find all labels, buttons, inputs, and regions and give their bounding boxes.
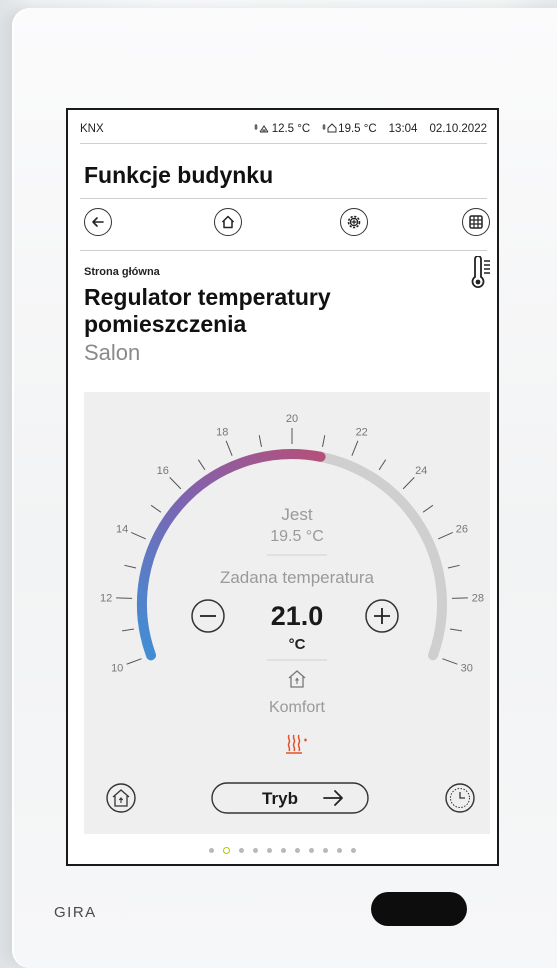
indoor-temp-value: 19.5 °C — [338, 123, 377, 135]
back-arrow-icon — [92, 217, 104, 227]
dial-tick — [130, 531, 147, 540]
date: 02.10.2022 — [429, 123, 487, 135]
dial-tick-label: 20 — [286, 413, 298, 425]
dial-tick-label: 10 — [111, 663, 123, 675]
controller-title-line2: pomieszczenia — [84, 311, 247, 337]
mode-button[interactable]: Tryb — [211, 782, 369, 814]
outdoor-temp: 12.5 °C — [254, 123, 310, 135]
mode-button-label: Tryb — [262, 789, 298, 808]
dial-tick — [225, 440, 233, 456]
divider — [80, 143, 487, 144]
home-button[interactable] — [214, 208, 242, 236]
room-name: Salon — [84, 340, 141, 365]
back-button[interactable] — [84, 208, 112, 236]
dial-tick — [169, 477, 182, 490]
dial-tick-label: 14 — [116, 523, 128, 535]
setpoint-unit: °C — [289, 636, 306, 653]
dial-tick-label: 30 — [461, 663, 473, 675]
home-mode-icon — [112, 789, 130, 807]
setpoint-label: Zadana temperatura — [220, 568, 375, 587]
controller-title: Regulator temperatury pomieszczenia — [84, 284, 414, 338]
dial-tick — [402, 477, 415, 490]
heating-icon — [286, 734, 307, 754]
page-dot[interactable] — [209, 847, 214, 853]
page-dot[interactable] — [267, 847, 272, 853]
grid-button[interactable] — [462, 208, 490, 236]
page-dot[interactable] — [281, 847, 286, 853]
setpoint-value: 21.0 — [271, 601, 324, 631]
page-dot[interactable] — [337, 847, 342, 853]
breadcrumb[interactable]: Strona główna — [84, 266, 160, 278]
dial-tick — [197, 459, 206, 471]
dial-tick — [258, 435, 262, 447]
dial-tick-label: 12 — [100, 593, 112, 605]
presence-mode-button[interactable] — [106, 783, 136, 813]
page-dot-active[interactable] — [223, 846, 230, 854]
page-dot[interactable] — [295, 847, 300, 853]
increase-button[interactable] — [365, 599, 399, 633]
temperature-dial: 10 12 14 16 18 20 22 24 26 28 30 Jest 19.5 °C Zada… — [100, 413, 484, 814]
outdoor-temp-icon — [254, 124, 269, 133]
actual-label: Jest — [281, 505, 312, 524]
decrease-button[interactable] — [191, 599, 225, 633]
page-title: Funkcje budynku — [84, 162, 274, 188]
dial-tick — [442, 658, 458, 665]
clock: 13:04 — [388, 123, 418, 135]
comfort-mode-icon — [288, 670, 306, 688]
dial-tick — [449, 628, 462, 632]
dial-tick-label: 26 — [456, 523, 468, 535]
page-dot[interactable] — [351, 847, 356, 853]
actual-value: 19.5 °C — [270, 528, 324, 545]
temperature-panel: 10 12 14 16 18 20 22 24 26 28 30 Jest 19.5 °C Zada… — [84, 392, 490, 834]
divider — [80, 198, 487, 199]
dial-tick — [322, 435, 326, 447]
dial-tick — [124, 564, 137, 569]
indoor-temp: 19.5 °C — [322, 123, 377, 135]
dial-tick — [422, 504, 434, 513]
arrow-right-icon — [323, 790, 343, 806]
page-dot[interactable] — [309, 847, 314, 853]
gira-logo: GIRA — [54, 904, 97, 921]
page-dot[interactable] — [323, 847, 328, 853]
thermometer-icon — [470, 255, 492, 295]
plus-icon — [374, 608, 390, 624]
page-indicator[interactable] — [68, 844, 497, 856]
proximity-sensor — [371, 892, 467, 926]
settings-button[interactable] — [340, 208, 368, 236]
knx-label: KNX — [80, 123, 104, 135]
page-dot[interactable] — [239, 847, 244, 853]
schedule-button[interactable] — [445, 783, 475, 813]
dial-tick-label: 18 — [216, 427, 228, 439]
dial-tick-label: 24 — [415, 465, 427, 477]
outdoor-temp-value: 12.5 °C — [271, 123, 311, 135]
page-dot[interactable] — [253, 847, 258, 853]
dial-tick-label: 16 — [157, 465, 169, 477]
mode-label: Komfort — [269, 699, 326, 716]
dial-tick — [447, 564, 460, 569]
divider — [80, 250, 487, 251]
grid-icon — [469, 215, 483, 229]
clock-icon — [450, 788, 470, 808]
indoor-temp-icon — [322, 123, 337, 133]
dial-tick — [126, 658, 142, 665]
settings-gear-icon — [347, 215, 361, 229]
dial-tick — [122, 628, 135, 632]
dial-tick — [378, 459, 387, 471]
dial-tick — [116, 597, 133, 599]
home-icon — [221, 215, 235, 229]
dial-tick — [150, 504, 162, 513]
controller-title-line1: Regulator temperatury — [84, 284, 331, 310]
dial-tick — [437, 531, 454, 540]
dial-tick — [451, 597, 468, 599]
dial-tick — [351, 440, 359, 456]
touch-screen: KNX 12.5 °C 19.5 °C 13:04 02.10.2022 Fun… — [66, 108, 499, 866]
dial-tick-label: 28 — [472, 593, 484, 605]
dial-tick-label: 22 — [356, 427, 368, 439]
status-bar: KNX 12.5 °C 19.5 °C 13:04 02.10.2022 — [80, 120, 487, 138]
